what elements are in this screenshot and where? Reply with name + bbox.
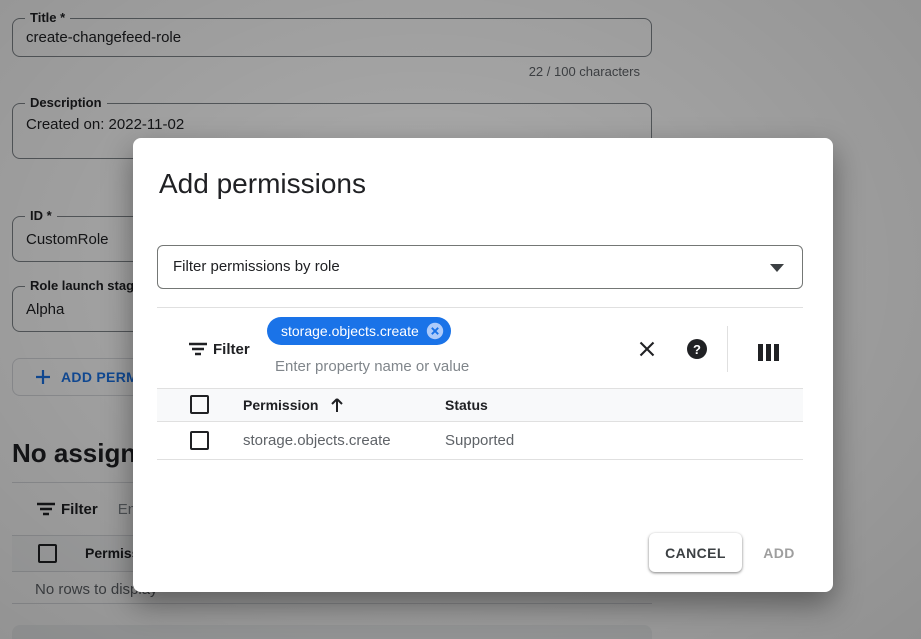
table-row[interactable]: storage.objects.create Supported: [157, 423, 803, 460]
help-icon: [687, 339, 707, 359]
permissions-table-header: Permission Status: [157, 388, 803, 422]
status-column-header: Status: [445, 397, 488, 413]
chevron-down-icon: [770, 264, 784, 272]
divider: [157, 307, 803, 308]
clear-filters-button[interactable]: [635, 337, 659, 361]
add-permissions-dialog: Add permissions Filter permissions by ro…: [133, 138, 833, 592]
permission-cell: storage.objects.create: [243, 432, 391, 449]
filter-chip-label: storage.objects.create: [281, 323, 419, 339]
status-cell: Supported: [445, 432, 514, 449]
filter-icon: [189, 342, 207, 356]
sort-ascending-icon[interactable]: [328, 396, 346, 414]
close-icon: [637, 339, 657, 359]
filter-label: Filter: [213, 341, 250, 358]
permission-column-header[interactable]: Permission: [243, 397, 318, 413]
column-display-options-button[interactable]: [756, 340, 780, 364]
filter-input[interactable]: Enter property name or value: [275, 358, 469, 375]
role-filter-placeholder: Filter permissions by role: [173, 258, 340, 275]
row-checkbox[interactable]: [190, 431, 209, 450]
columns-icon: [758, 344, 779, 361]
add-button[interactable]: ADD: [748, 533, 810, 572]
filter-permissions-by-role-select[interactable]: Filter permissions by role: [157, 245, 803, 289]
chip-remove-icon[interactable]: [426, 322, 444, 340]
filter-chip[interactable]: storage.objects.create: [267, 317, 451, 345]
select-all-checkbox[interactable]: [190, 395, 209, 414]
cancel-button[interactable]: CANCEL: [649, 533, 742, 572]
help-button[interactable]: [685, 337, 709, 361]
vertical-divider: [727, 326, 728, 372]
dialog-title: Add permissions: [159, 168, 366, 200]
